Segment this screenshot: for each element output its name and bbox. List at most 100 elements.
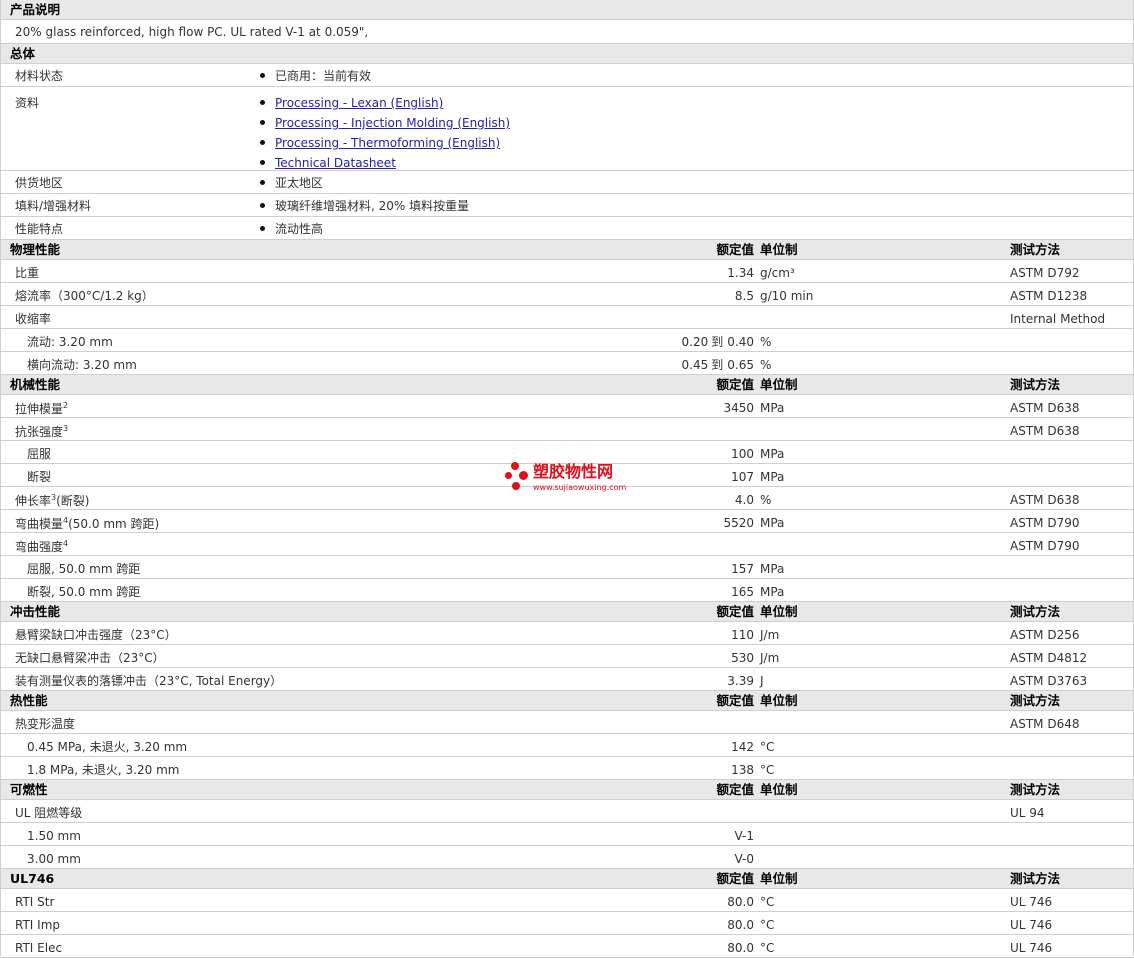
data-row: 收缩率 Internal Method <box>0 306 1134 329</box>
test-method: Internal Method <box>1010 312 1106 326</box>
property-label: 断裂 <box>27 471 51 483</box>
doc-link[interactable]: Technical Datasheet <box>275 156 396 170</box>
property-label: UL 阻燃等级 <box>15 807 82 819</box>
property-label-text: 装有测量仪表的落镖冲击（23°C, Total Energy） <box>15 674 283 688</box>
column-header-value: 额定值 <box>716 693 754 708</box>
property-label-text: 0.45 MPa, 未退火, 3.20 mm <box>27 740 188 754</box>
value: 142 <box>731 740 754 754</box>
data-row: 装有测量仪表的落镖冲击（23°C, Total Energy） 3.39 J ASTM… <box>0 668 1134 691</box>
value: 3450 <box>723 401 754 415</box>
value: 3.39 <box>727 674 754 688</box>
data-row: 横向流动: 3.20 mm 0.45 到 0.65% <box>0 352 1134 375</box>
general-row: 性能特点 流动性高 <box>0 217 1134 240</box>
data-row: 弯曲强度4 ASTM D790 <box>0 533 1134 556</box>
unit: °C <box>760 740 775 754</box>
property-label: 抗张强度3 <box>15 425 68 439</box>
property-label-text: RTI Str <box>15 895 55 909</box>
general-row: 供货地区 亚太地区 <box>0 171 1134 194</box>
data-row: 0.45 MPa, 未退火, 3.20 mm 142 °C <box>0 734 1134 757</box>
range-low: 0.20 <box>681 335 709 349</box>
property-label-text: UL 阻燃等级 <box>15 806 83 820</box>
property-label: 比重 <box>15 267 39 279</box>
column-header-unit: 单位制 <box>760 871 798 886</box>
range-word: 到 <box>711 335 724 349</box>
test-method: UL 94 <box>1010 806 1045 820</box>
property-label-text: 3.00 mm <box>27 852 81 866</box>
value-range: 0.45 到 0.65 <box>682 359 754 371</box>
property-label: 0.45 MPa, 未退火, 3.20 mm <box>27 741 187 753</box>
property-label-text: 1.50 mm <box>27 829 81 843</box>
doc-link[interactable]: Processing - Injection Molding (English) <box>275 116 510 130</box>
value-range: 0.20 到 0.40 <box>682 336 754 348</box>
test-method: ASTM D1238 <box>1010 289 1088 303</box>
property-label: 悬臂梁缺口冲击强度（23°C） <box>15 629 177 641</box>
property-label-text: 无缺口悬臂梁冲击（23°C） <box>15 651 165 665</box>
test-method: ASTM D4812 <box>1010 651 1088 665</box>
column-header-test: 测试方法 <box>1010 871 1061 886</box>
footnote-marker: 4 <box>63 539 69 548</box>
property-label: 横向流动: 3.20 mm <box>27 359 137 371</box>
property-label-text: 断裂, 50.0 mm 跨距 <box>27 585 141 599</box>
value: 100 <box>731 447 754 461</box>
property-label: 供货地区 <box>15 176 64 190</box>
general-row: 资料 Processing - Lexan (English) Processing… <box>0 87 1134 171</box>
unit: g/10 min <box>760 289 814 303</box>
unit: MPa <box>760 585 785 599</box>
property-label-text: 流动: 3.20 mm <box>27 335 113 349</box>
property-label: 材料状态 <box>15 69 64 83</box>
section-title: 热性能 <box>10 693 48 708</box>
property-label: RTI Imp <box>15 919 60 931</box>
section-header-mechanical: 机械性能 额定值 单位制 测试方法 <box>0 375 1134 395</box>
value: 157 <box>731 562 754 576</box>
value: 80.0 <box>727 895 754 909</box>
value: 8.5 <box>734 289 754 303</box>
frame-left-border <box>0 0 1 956</box>
data-row: 热变形温度 ASTM D648 <box>0 711 1134 734</box>
section-title: UL746 <box>10 871 55 886</box>
property-label-text: 拉伸模量 <box>15 402 64 416</box>
unit: J/m <box>760 628 780 642</box>
property-label-text: 弯曲模量 <box>15 517 64 531</box>
property-label: RTI Str <box>15 896 54 908</box>
column-header-value: 额定值 <box>716 604 754 619</box>
unit: MPa <box>760 447 785 461</box>
unit: °C <box>760 895 775 909</box>
range-word: 到 <box>711 358 724 372</box>
data-row: 比重 1.34 g/cm³ ASTM D792 <box>0 260 1134 283</box>
unit: % <box>760 493 772 507</box>
unit: g/cm³ <box>760 266 795 280</box>
test-method: ASTM D256 <box>1010 628 1080 642</box>
bullet-item: 玻璃纤维增强材料, 20% 填料按重量 <box>260 200 469 212</box>
property-label: 屈服 <box>27 448 51 460</box>
section-header-flammability: 可燃性 额定值 单位制 测试方法 <box>0 780 1134 800</box>
data-row: 3.00 mm V-0 <box>0 846 1134 869</box>
property-label: 性能特点 <box>15 222 64 236</box>
data-row: 断裂, 50.0 mm 跨距 165 MPa <box>0 579 1134 602</box>
test-method: ASTM D3763 <box>1010 674 1088 688</box>
bullet-link-item: Processing - Injection Molding (English) <box>260 117 510 129</box>
property-label: 屈服, 50.0 mm 跨距 <box>27 563 140 575</box>
data-row: 悬臂梁缺口冲击强度（23°C） 110 J/m ASTM D256 <box>0 622 1134 645</box>
doc-link[interactable]: Processing - Lexan (English) <box>275 96 443 110</box>
section-title: 冲击性能 <box>10 604 61 619</box>
unit: MPa <box>760 401 785 415</box>
product-desc-text: 20% glass reinforced, high flow PC. UL r… <box>15 25 369 39</box>
unit: MPa <box>760 562 785 576</box>
doc-link[interactable]: Processing - Thermoforming (English) <box>275 136 500 150</box>
data-row: 抗张强度3 ASTM D638 <box>0 418 1134 441</box>
data-row: 流动: 3.20 mm 0.20 到 0.40% <box>0 329 1134 352</box>
value: 4.0 <box>734 493 754 507</box>
property-label-text: 屈服 <box>27 447 52 461</box>
property-label: 收缩率 <box>15 313 51 325</box>
test-method: ASTM D638 <box>1010 493 1080 507</box>
data-row: 屈服, 50.0 mm 跨距 157 MPa <box>0 556 1134 579</box>
property-label: 流动: 3.20 mm <box>27 336 113 348</box>
data-row: 1.8 MPa, 未退火, 3.20 mm 138 °C <box>0 757 1134 780</box>
test-method: UL 746 <box>1010 918 1053 932</box>
range-high: 0.65 <box>727 358 754 372</box>
property-label-text: RTI Imp <box>15 918 60 932</box>
unit: °C <box>760 941 775 955</box>
property-label-text: 横向流动: 3.20 mm <box>27 358 137 372</box>
test-method: ASTM D790 <box>1010 539 1080 553</box>
test-method: ASTM D792 <box>1010 266 1080 280</box>
